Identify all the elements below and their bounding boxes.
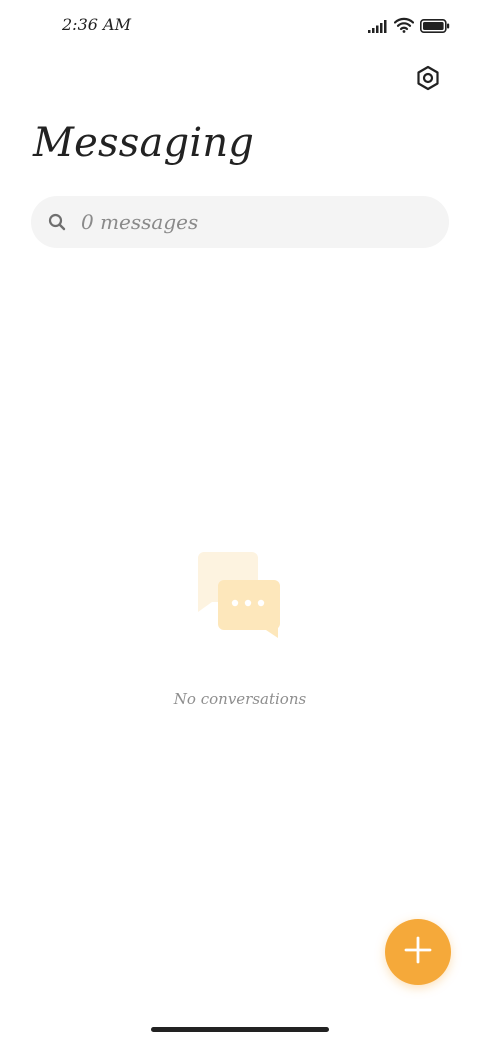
search-icon	[47, 212, 67, 232]
empty-state: No conversations	[0, 552, 480, 708]
search-input[interactable]	[81, 210, 401, 234]
home-indicator[interactable]	[151, 1027, 329, 1032]
signal-icon	[368, 18, 388, 37]
chat-bubbles-icon	[0, 552, 480, 638]
status-icons	[368, 17, 450, 37]
page-title: Messaging	[33, 120, 255, 166]
new-conversation-button[interactable]	[385, 919, 451, 985]
plus-icon	[403, 935, 433, 969]
battery-icon	[420, 18, 450, 37]
settings-button[interactable]	[412, 64, 444, 96]
empty-state-text: No conversations	[173, 690, 307, 708]
search-bar[interactable]	[31, 196, 449, 248]
status-bar: 2:36 AM	[0, 0, 480, 50]
wifi-icon	[393, 17, 415, 37]
settings-gear-icon	[415, 65, 441, 95]
status-time: 2:36 AM	[62, 15, 131, 34]
